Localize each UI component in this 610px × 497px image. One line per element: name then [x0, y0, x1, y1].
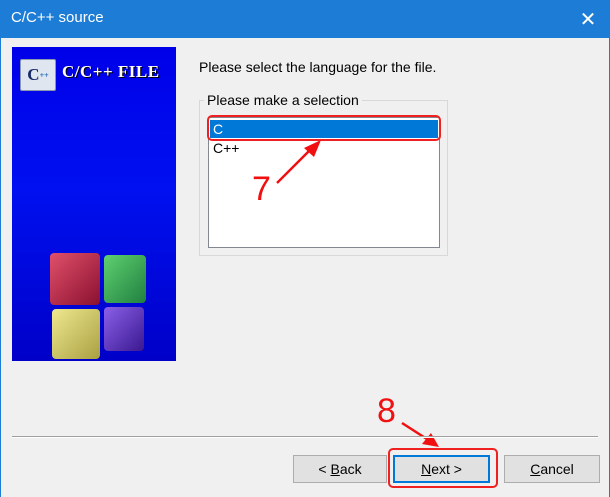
step8-number: 8: [377, 392, 396, 430]
icon-letter: C: [27, 65, 40, 84]
cancel-button-label: ancel: [540, 461, 574, 477]
banner-logo-text: C/C++ FILE: [62, 62, 160, 81]
wizard-banner-image: C ++ C/C++ FILE: [12, 47, 176, 361]
step7-number: 7: [252, 170, 271, 208]
close-icon: ✕: [579, 8, 597, 31]
back-button-label: ack: [339, 461, 362, 477]
back-button[interactable]: < Back: [293, 455, 387, 483]
back-button-mnemonic: B: [330, 461, 340, 477]
window-border-left: [0, 38, 1, 497]
colored-cubes-logo: [50, 253, 146, 359]
list-item-cpp[interactable]: C++: [210, 139, 438, 157]
cancel-button[interactable]: Cancel: [504, 455, 600, 483]
close-button[interactable]: ✕: [566, 0, 610, 38]
step8-arrow-line: [401, 421, 431, 443]
step8-highlight-box: [388, 448, 498, 488]
step7-highlight-box: [207, 115, 441, 141]
icon-superscript: ++: [39, 70, 49, 80]
selection-group-legend: Please make a selection: [204, 92, 362, 108]
title-bar: C/C++ source ✕: [0, 0, 610, 38]
purple-cube: [104, 307, 144, 351]
yellow-cube: [52, 309, 100, 359]
window-title: C/C++ source: [11, 9, 104, 26]
footer-divider: [12, 436, 598, 438]
instruction-text: Please select the language for the file.: [199, 59, 437, 75]
back-button-prefix: <: [318, 461, 331, 477]
green-cube: [104, 255, 146, 303]
red-cube: [50, 253, 100, 305]
cpp-file-icon: C ++: [20, 59, 56, 91]
cancel-button-mnemonic: C: [530, 461, 541, 477]
